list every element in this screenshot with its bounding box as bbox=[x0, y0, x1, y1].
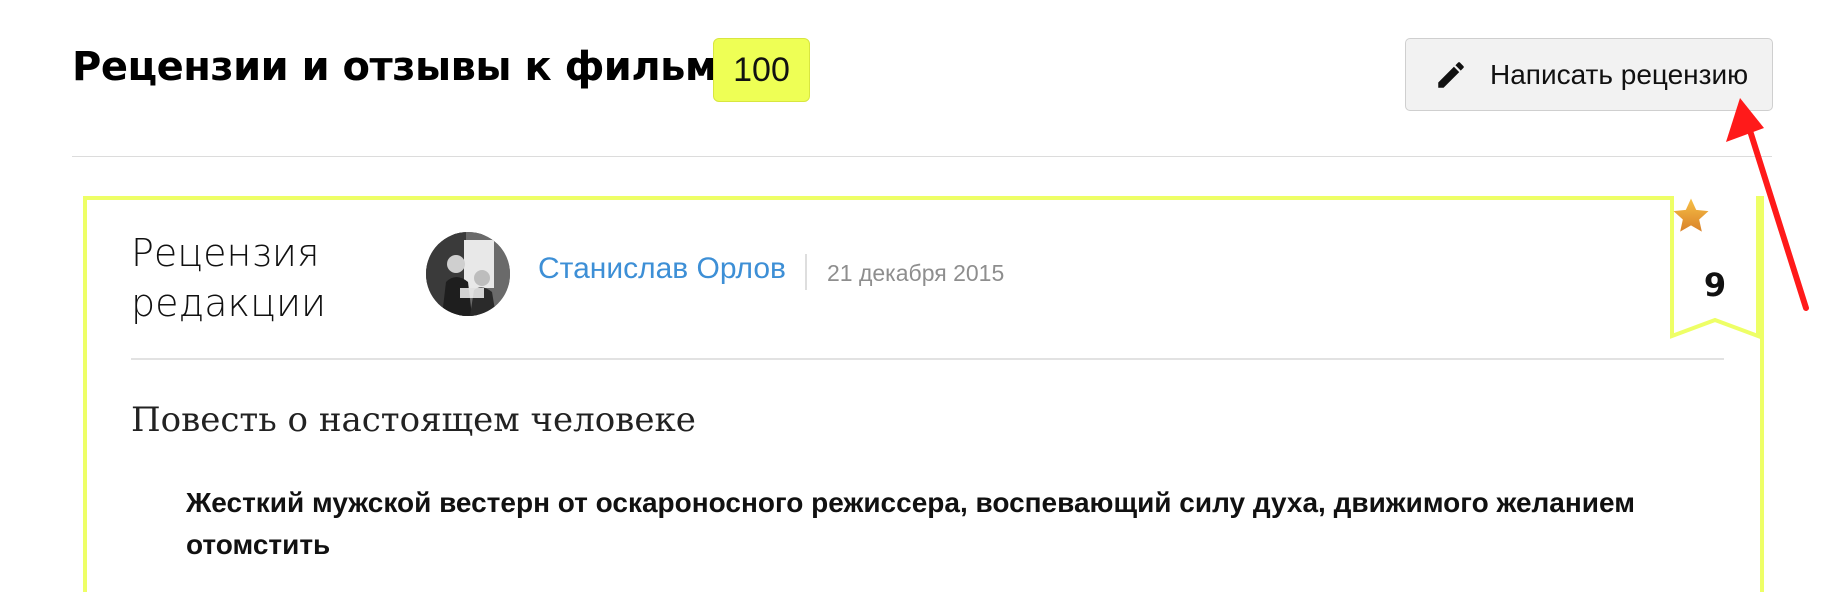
review-count-badge: 100 bbox=[713, 38, 810, 102]
author-avatar[interactable] bbox=[426, 232, 510, 316]
review-lead: Жесткий мужской вестерн от оскароносного… bbox=[186, 487, 1635, 560]
review-date: 21 декабря 2015 bbox=[827, 260, 1005, 286]
meta-separator bbox=[805, 254, 807, 290]
review-title[interactable]: Повесть о настоящем человеке bbox=[131, 400, 696, 440]
page-title: Рецензии и отзывы к фильму bbox=[72, 44, 743, 90]
card-divider bbox=[131, 358, 1724, 360]
review-card: Рецензия редакции Станислав Орлов 21 дек… bbox=[83, 196, 1764, 592]
write-review-label: Написать рецензию bbox=[1490, 58, 1749, 90]
review-type: Рецензия редакции bbox=[131, 228, 326, 328]
header-divider bbox=[72, 156, 1772, 157]
rating-ribbon: 9 bbox=[1670, 196, 1760, 340]
review-type-line1: Рецензия bbox=[131, 231, 320, 275]
reviews-page: Рецензии и отзывы к фильму 100 Написать … bbox=[0, 0, 1834, 592]
rating-value: 9 bbox=[1703, 266, 1727, 304]
star-icon bbox=[1673, 198, 1709, 232]
review-type-line2: редакции bbox=[131, 281, 327, 325]
pencil-icon bbox=[1438, 61, 1464, 88]
write-review-button[interactable]: Написать рецензию bbox=[1405, 38, 1773, 111]
avatar-photo bbox=[426, 232, 510, 316]
author-name-link[interactable]: Станислав Орлов bbox=[538, 252, 786, 286]
